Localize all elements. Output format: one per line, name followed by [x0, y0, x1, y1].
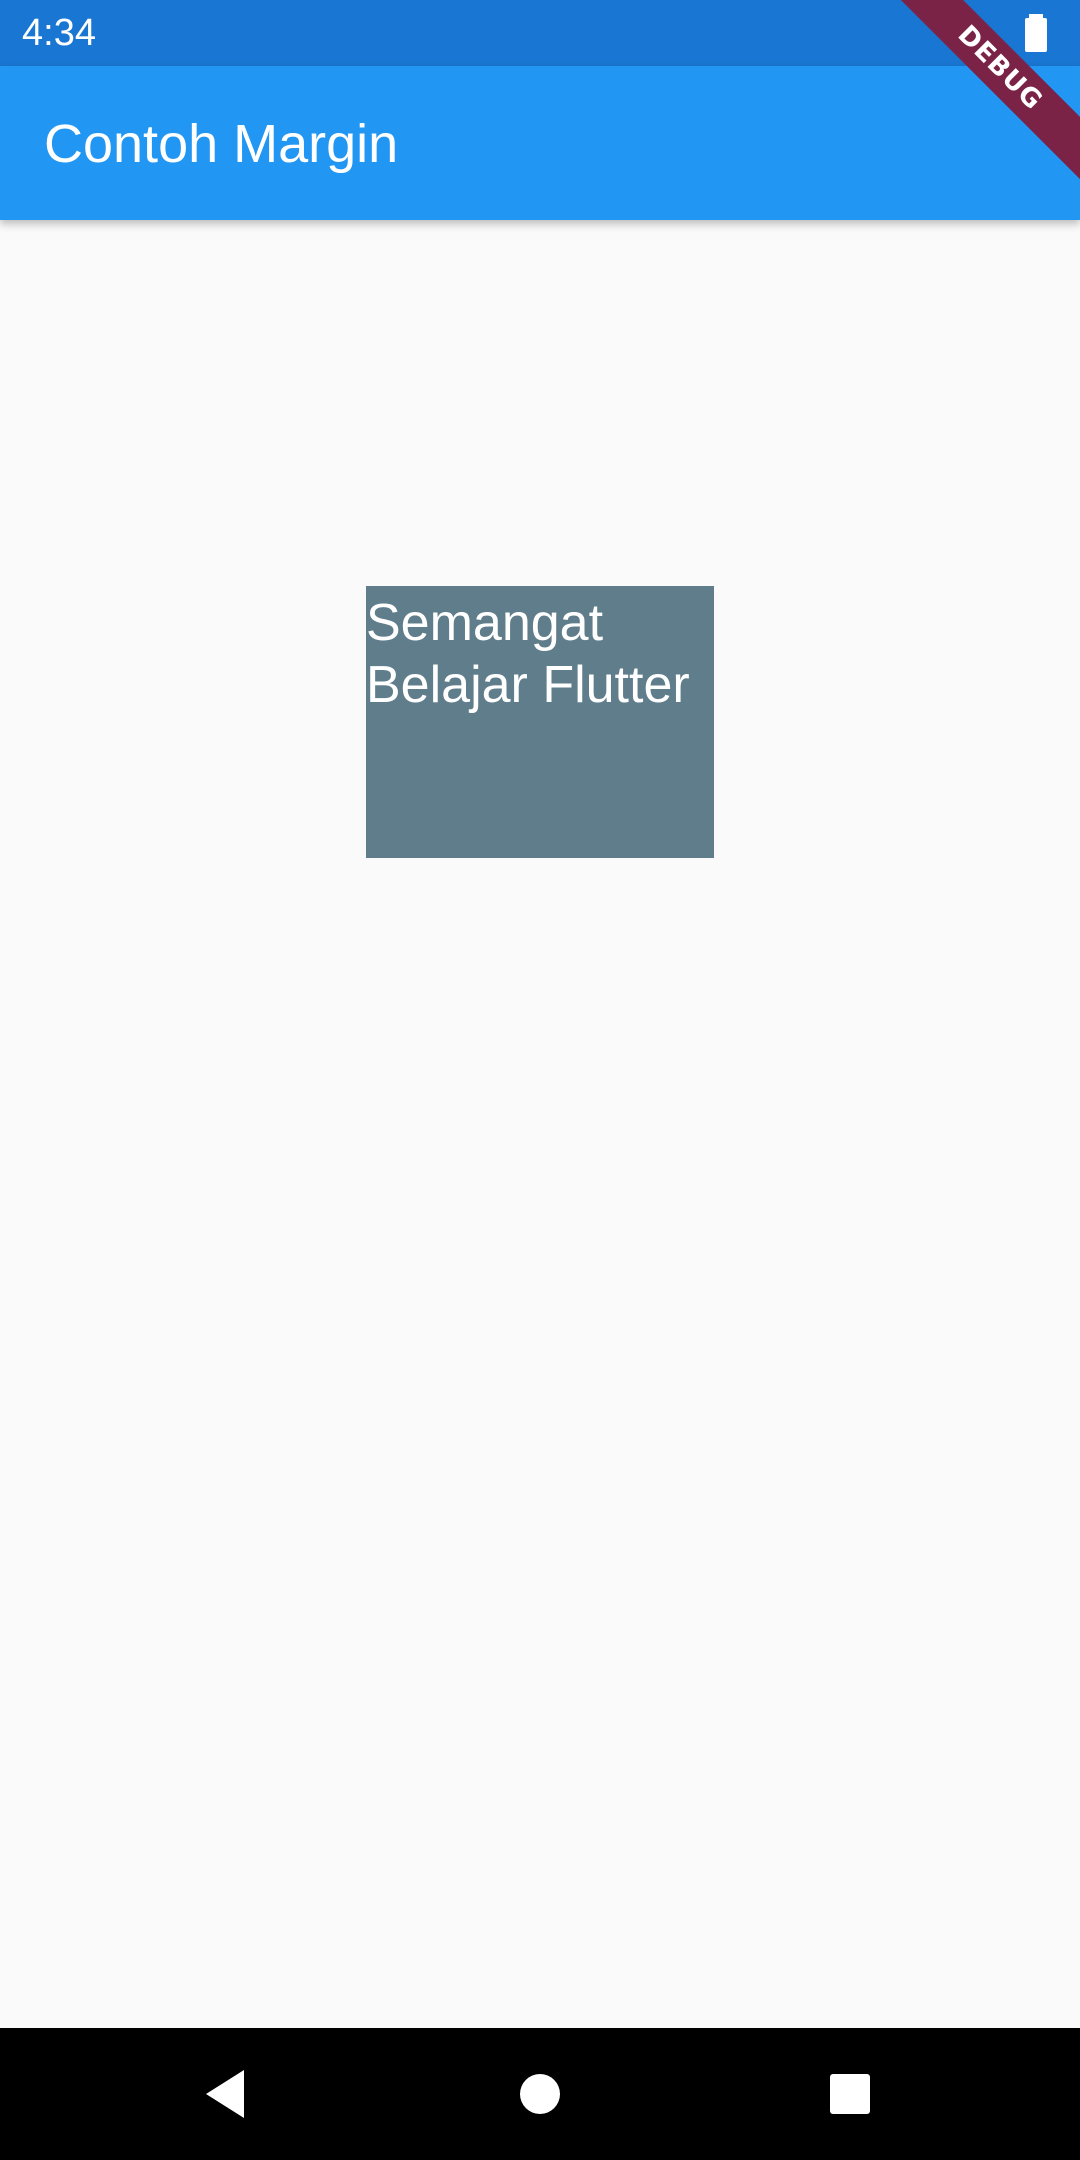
margin-container: Semangat Belajar Flutter: [366, 586, 714, 858]
recents-icon[interactable]: [810, 2054, 890, 2134]
battery-icon: [1014, 12, 1058, 56]
status-bar: 4:34: [0, 0, 1080, 66]
navigation-bar: [0, 2028, 1080, 2160]
container-text: Semangat Belajar Flutter: [366, 594, 690, 714]
status-time: 4:34: [22, 12, 96, 54]
back-icon[interactable]: [186, 2054, 266, 2134]
phone-screen: 4:34 Contoh Margin DEBUG Semangat Belaja…: [0, 0, 1080, 2160]
page-title: Contoh Margin: [44, 114, 399, 174]
app-bar: Contoh Margin: [0, 66, 1080, 220]
home-icon[interactable]: [500, 2054, 580, 2134]
